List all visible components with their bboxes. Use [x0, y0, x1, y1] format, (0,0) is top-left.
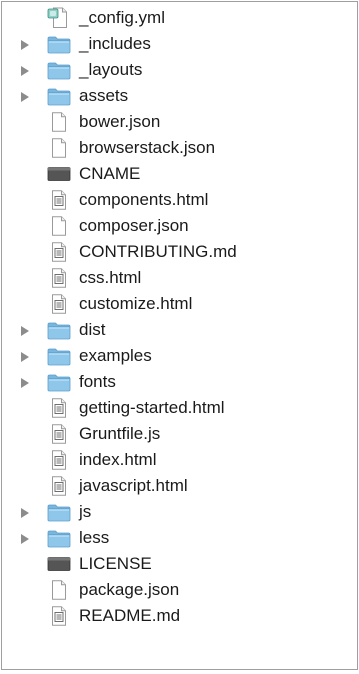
file-row[interactable]: composer.json: [2, 213, 357, 239]
text-document-icon: [46, 241, 72, 263]
folder-row[interactable]: assets: [2, 83, 357, 109]
folder-icon: [46, 501, 72, 523]
folder-row[interactable]: less: [2, 525, 357, 551]
item-label: examples: [79, 346, 152, 365]
item-label: dist: [79, 320, 106, 339]
disclosure-triangle-icon[interactable]: [21, 378, 29, 388]
binary-file-icon: [46, 553, 72, 575]
item-label: js: [79, 502, 92, 521]
item-label: assets: [79, 86, 129, 105]
file-row[interactable]: index.html: [2, 447, 357, 473]
folder-icon: [46, 371, 72, 393]
disclosure-triangle-icon[interactable]: [21, 534, 29, 544]
folder-row[interactable]: fonts: [2, 369, 357, 395]
disclosure-triangle-icon[interactable]: [21, 92, 29, 102]
disclosure-triangle-icon[interactable]: [21, 40, 29, 50]
item-label: CNAME: [79, 164, 141, 183]
text-document-icon: [46, 605, 72, 627]
item-label: less: [79, 528, 110, 547]
file-row[interactable]: browserstack.json: [2, 135, 357, 161]
text-document-icon: [46, 293, 72, 315]
folder-icon: [46, 345, 72, 367]
file-row[interactable]: Gruntfile.js: [2, 421, 357, 447]
file-row[interactable]: javascript.html: [2, 473, 357, 499]
folder-row[interactable]: _layouts: [2, 57, 357, 83]
item-label: bower.json: [79, 112, 161, 131]
binary-file-icon: [46, 163, 72, 185]
text-document-icon: [46, 397, 72, 419]
folder-row[interactable]: js: [2, 499, 357, 525]
folder-icon: [46, 527, 72, 549]
disclosure-triangle-icon[interactable]: [21, 66, 29, 76]
document-icon: [46, 215, 72, 237]
file-row[interactable]: bower.json: [2, 109, 357, 135]
disclosure-triangle-icon[interactable]: [21, 508, 29, 518]
folder-row[interactable]: dist: [2, 317, 357, 343]
file-row[interactable]: components.html: [2, 187, 357, 213]
item-label: browserstack.json: [79, 138, 216, 157]
text-document-icon: [46, 475, 72, 497]
item-label: _layouts: [79, 60, 143, 79]
text-document-icon: [46, 267, 72, 289]
folder-icon: [46, 33, 72, 55]
file-row[interactable]: package.json: [2, 577, 357, 603]
disclosure-triangle-icon[interactable]: [21, 326, 29, 336]
item-label: _config.yml: [79, 8, 165, 27]
file-row[interactable]: CONTRIBUTING.md: [2, 239, 357, 265]
item-label: LICENSE: [79, 554, 152, 573]
item-label: composer.json: [79, 216, 189, 235]
disclosure-triangle-icon[interactable]: [21, 352, 29, 362]
folder-row[interactable]: _includes: [2, 31, 357, 57]
item-label: index.html: [79, 450, 157, 469]
item-label: customize.html: [79, 294, 193, 313]
folder-icon: [46, 59, 72, 81]
text-document-icon: [46, 423, 72, 445]
folder-icon: [46, 85, 72, 107]
item-label: css.html: [79, 268, 142, 287]
item-label: package.json: [79, 580, 180, 599]
text-document-icon: [46, 449, 72, 471]
item-label: README.md: [79, 606, 181, 625]
item-label: getting-started.html: [79, 398, 225, 417]
item-label: components.html: [79, 190, 209, 209]
document-icon: [46, 111, 72, 133]
file-row[interactable]: customize.html: [2, 291, 357, 317]
file-row[interactable]: README.md: [2, 603, 357, 629]
file-list: _config.yml _includes _layoutsassets bower.…: [2, 5, 357, 629]
item-label: CONTRIBUTING.md: [79, 242, 237, 261]
file-row[interactable]: getting-started.html: [2, 395, 357, 421]
folder-icon: [46, 319, 72, 341]
folder-row[interactable]: examples: [2, 343, 357, 369]
item-label: fonts: [79, 372, 116, 391]
document-icon: [46, 579, 72, 601]
item-label: _includes: [79, 34, 151, 53]
document-icon: [46, 137, 72, 159]
text-document-icon: [46, 189, 72, 211]
file-row[interactable]: _config.yml: [2, 5, 357, 31]
file-row[interactable]: CNAME: [2, 161, 357, 187]
file-row[interactable]: LICENSE: [2, 551, 357, 577]
item-label: Gruntfile.js: [79, 424, 161, 443]
item-label: javascript.html: [79, 476, 188, 495]
file-browser: _config.yml _includes _layoutsassets bower.…: [1, 1, 358, 670]
file-row[interactable]: css.html: [2, 265, 357, 291]
config-file-icon: [46, 7, 72, 29]
